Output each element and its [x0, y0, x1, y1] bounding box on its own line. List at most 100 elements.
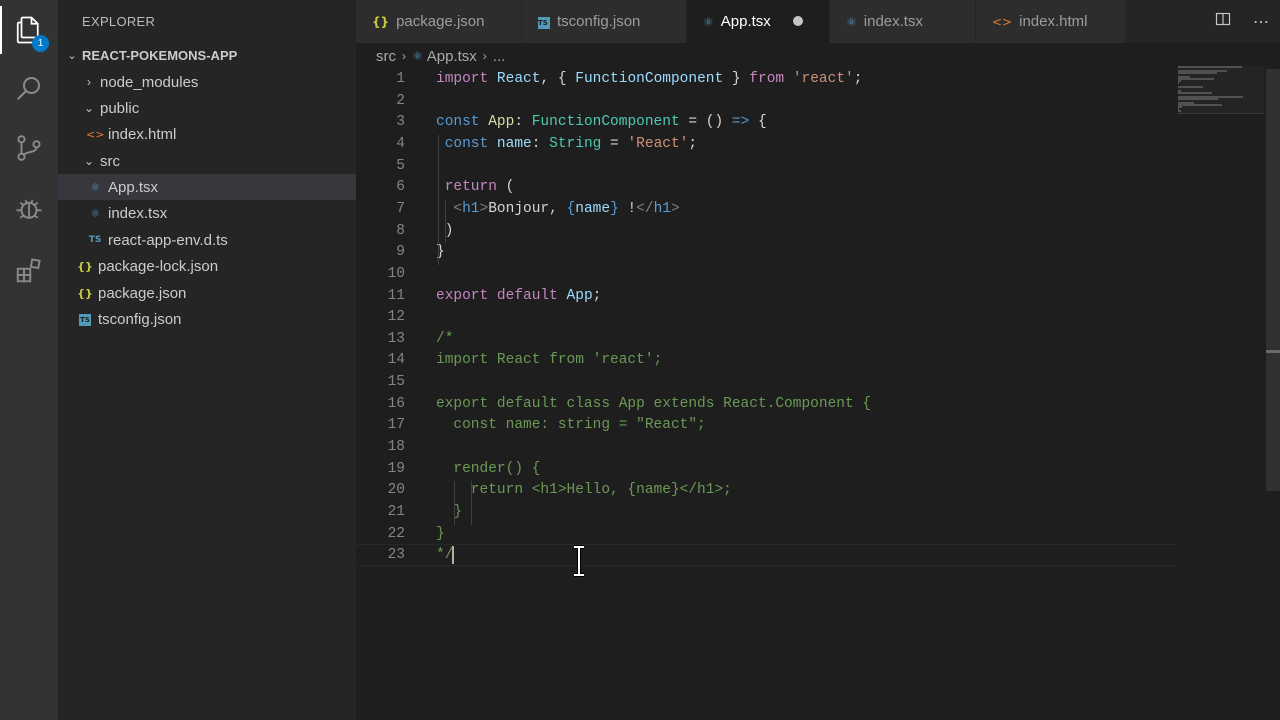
tree-item-label: index.html: [108, 125, 177, 143]
indent-guide: [471, 481, 472, 525]
code-line[interactable]: 5: [356, 157, 1176, 179]
code-line[interactable]: 6 return (: [356, 178, 1176, 200]
line-number: 16: [387, 395, 405, 412]
sidebar-title: EXPLORER: [82, 14, 156, 29]
tree-item-label: App.tsx: [108, 178, 159, 196]
code-text: return (: [436, 178, 515, 196]
minimap[interactable]: [1178, 66, 1264, 116]
code-line[interactable]: 13 /*: [356, 330, 1176, 352]
code-line[interactable]: 1 import React, { FunctionComponent } fro…: [356, 70, 1176, 92]
code-line[interactable]: 16 export default class App extends React…: [356, 395, 1176, 417]
tree-item-label: index.tsx: [108, 204, 168, 222]
code-token: </: [636, 200, 654, 217]
code-line[interactable]: 12: [356, 308, 1176, 330]
debug-icon[interactable]: [0, 184, 58, 234]
tab-package-json[interactable]: {} package.json: [356, 0, 522, 43]
code-token: 'React': [627, 135, 689, 152]
code-line[interactable]: 7 <h1>Bonjour, {name} !</h1>: [356, 200, 1176, 222]
tab-index-tsx[interactable]: ⚛ index.tsx: [830, 0, 976, 43]
line-number: 1: [396, 71, 405, 87]
tree-item-label: package-lock.json: [98, 257, 219, 275]
code-line[interactable]: 19 render() {: [356, 460, 1176, 482]
code-line[interactable]: 11 export default App;: [356, 287, 1176, 309]
extensions-icon[interactable]: [0, 245, 58, 295]
code-token: }: [436, 504, 463, 520]
project-header[interactable]: ⌄ REACT-POKEMONS-APP: [58, 43, 356, 67]
code-token: export: [436, 287, 497, 304]
code-token: :: [531, 135, 550, 152]
chevron-down-icon: ⌄: [83, 154, 95, 168]
tree-item-react-app-env[interactable]: TS react-app-env.d.ts: [58, 227, 356, 253]
code-line[interactable]: 9}: [356, 243, 1176, 265]
breadcrumb-item-more[interactable]: ...: [493, 48, 506, 65]
code-line[interactable]: 18: [356, 438, 1176, 460]
chevron-down-icon: ⌄: [67, 49, 77, 62]
line-number: 5: [396, 157, 405, 174]
line-number: 18: [387, 439, 405, 456]
tree-item-label: public: [100, 99, 140, 117]
tab-label: App.tsx: [720, 13, 771, 30]
code-token: return <h1>Hello, {name}</h1>;: [436, 482, 732, 499]
tree-item-public[interactable]: ⌄ public: [58, 95, 356, 121]
code-text: const App: FunctionComponent = () => {: [436, 113, 767, 131]
tree-item-src[interactable]: ⌄ src: [58, 148, 356, 174]
code-token: (: [496, 179, 515, 196]
line-number: 17: [387, 417, 405, 434]
code-token: from: [749, 71, 793, 87]
tree-item-tsconfig-json[interactable]: TS tsconfig.json: [58, 306, 356, 332]
tree-item-label: tsconfig.json: [98, 310, 182, 328]
code-line[interactable]: 21 }: [356, 503, 1176, 525]
source-control-icon[interactable]: [0, 123, 58, 173]
tab-app-tsx[interactable]: ⚛ App.tsx: [687, 0, 830, 43]
vertical-scrollbar[interactable]: [1266, 69, 1280, 491]
split-editor-icon[interactable]: [1204, 11, 1242, 32]
minimap-line: [1178, 66, 1242, 68]
code-line[interactable]: 14 import React from 'react';: [356, 351, 1176, 373]
files-icon[interactable]: 1: [0, 5, 58, 55]
code-token: =>: [731, 114, 750, 131]
tab-index-html[interactable]: <> index.html: [976, 0, 1126, 43]
code-token: Bonjour,: [488, 200, 567, 217]
code-token: const: [444, 135, 497, 152]
chevron-down-icon: ⌄: [83, 101, 95, 115]
tree-item-package-lock-json[interactable]: {} package-lock.json: [58, 253, 356, 279]
text-cursor-icon: [574, 545, 584, 577]
code-line[interactable]: 15: [356, 373, 1176, 395]
more-actions-icon[interactable]: ⋯: [1242, 12, 1280, 32]
code-token: ;: [853, 71, 863, 87]
code-line[interactable]: 17 const name: string = "React";: [356, 416, 1176, 438]
react-file-icon: ⚛: [846, 14, 857, 29]
tree-item-index-tsx[interactable]: ⚛ index.tsx: [58, 200, 356, 226]
line-number: 21: [387, 504, 405, 520]
tree-item-package-json[interactable]: {} package.json: [58, 280, 356, 306]
code-line[interactable]: 23 */: [356, 546, 1176, 568]
minimap-line: [1178, 78, 1215, 80]
breadcrumb-item-src[interactable]: src: [376, 48, 396, 65]
code-editor[interactable]: 1 import React, { FunctionComponent } fro…: [356, 69, 1280, 720]
tree-item-app-tsx[interactable]: ⚛ App.tsx: [58, 174, 356, 200]
tree-item-node-modules[interactable]: › node_modules: [58, 69, 356, 95]
code-line[interactable]: 2: [356, 92, 1176, 114]
tab-tsconfig-json[interactable]: TS tsconfig.json: [522, 0, 687, 43]
code-line[interactable]: 20 return <h1>Hello, {name}</h1>;: [356, 481, 1176, 503]
tree-item-index-html[interactable]: <> index.html: [58, 121, 356, 147]
editor-tabs: {} package.json TS tsconfig.json ⚛ App.t…: [356, 0, 1280, 43]
tab-label: index.tsx: [863, 13, 923, 30]
code-token: render() {: [436, 460, 541, 477]
unsaved-dot-icon[interactable]: [793, 16, 803, 26]
tree-item-label: react-app-env.d.ts: [108, 231, 228, 249]
code-text: import React, { FunctionComponent } from…: [436, 70, 862, 88]
react-file-icon: ⚛: [90, 180, 100, 194]
search-icon[interactable]: [0, 63, 58, 113]
typescript-file-icon: TS: [88, 235, 102, 245]
line-number: 3: [396, 114, 405, 131]
code-token: h1: [653, 200, 671, 217]
code-line[interactable]: 3 const App: FunctionComponent = () => {: [356, 113, 1176, 135]
breadcrumb-item-file[interactable]: App.tsx: [427, 48, 477, 65]
code-line[interactable]: 4 const name: String = 'React';: [356, 135, 1176, 157]
indent-guide: [454, 481, 455, 525]
code-line[interactable]: 8 ): [356, 222, 1176, 244]
code-line[interactable]: 10: [356, 265, 1176, 287]
code-text: import React from 'react';: [436, 351, 662, 369]
code-token: , {: [540, 71, 576, 87]
